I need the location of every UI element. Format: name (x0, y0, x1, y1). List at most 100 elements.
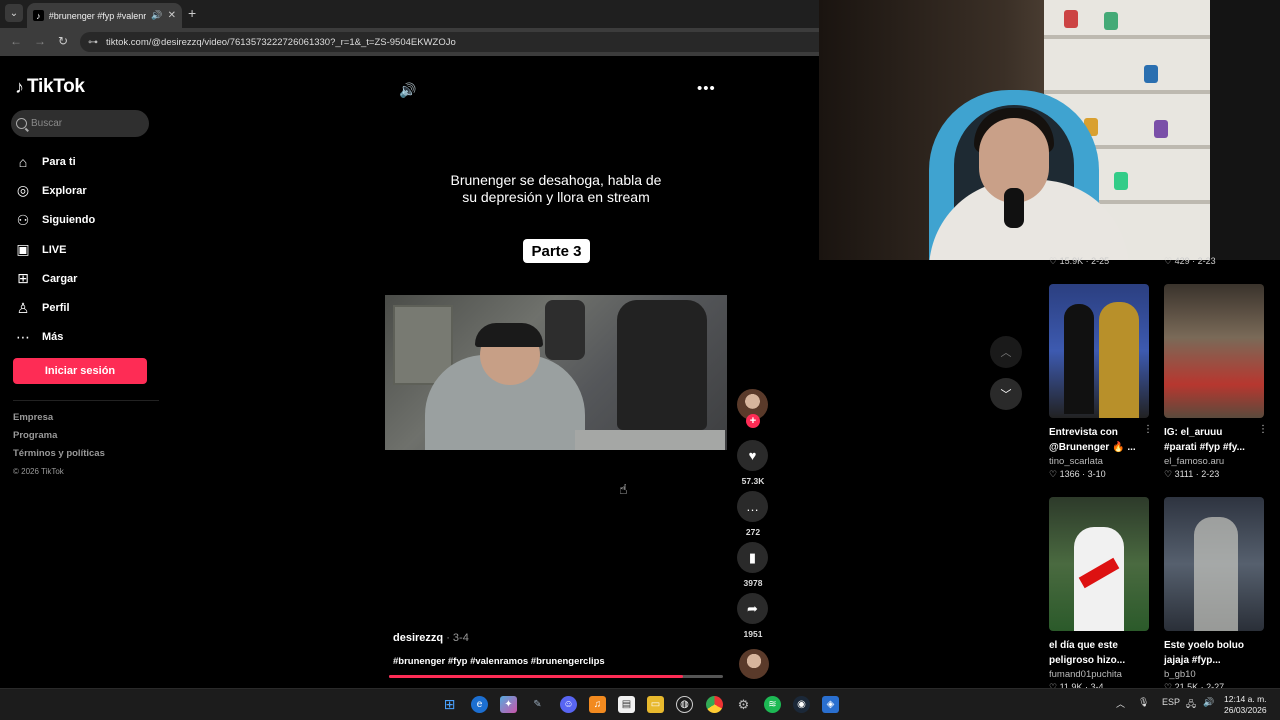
save-button[interactable]: ▮ (737, 542, 768, 573)
upload-icon: ⊞ (17, 270, 29, 287)
more-dots-icon: ⋯ (16, 328, 30, 345)
volume-tray-icon[interactable]: 🔊 (1203, 697, 1214, 708)
windows-start-icon[interactable]: ⊞ (441, 696, 458, 713)
sidebar-item-perfil[interactable]: ♙ Perfil (14, 293, 95, 322)
tiktok-logo[interactable]: ♪ TikTok (15, 76, 85, 98)
rec-title[interactable]: IG: el_aruuu #parati #fyp #fy... (1164, 425, 1262, 455)
sidebar-item-live[interactable]: ▣ LIVE (14, 235, 95, 264)
sidebar-item-siguiendo[interactable]: ⚇ Siguiendo (14, 206, 95, 235)
like-button[interactable]: ♥ (737, 440, 768, 471)
author-avatar[interactable]: + (737, 389, 768, 428)
rec-author[interactable]: el_famoso.aru (1164, 456, 1268, 467)
windows-taskbar: ⊞ e ✦ ✎ ☺ ♫ ▤ ▭ ◍ ⚙ ≋ ◉ ◈ ︿ 🎙 ESP 🖧 🔊 12… (0, 688, 1280, 720)
back-icon[interactable]: ← (10, 34, 22, 48)
following-icon: ⚇ (16, 211, 30, 228)
reload-icon[interactable]: ↻ (58, 34, 68, 48)
rec-thumbnail[interactable] (1164, 497, 1264, 631)
close-tab-icon[interactable]: ✕ (168, 10, 176, 21)
rec-title[interactable]: el día que este peligroso hizo... (1049, 638, 1147, 668)
rec-title[interactable]: Entrevista con @Brunenger 🔥 ... (1049, 425, 1147, 455)
sidebar-item-para-ti[interactable]: ⌂ Para ti (14, 147, 95, 176)
edge-icon[interactable]: e (471, 696, 488, 713)
author-name[interactable]: desirezzq (393, 632, 443, 644)
follow-plus-icon[interactable]: + (746, 414, 760, 428)
footer-link-programa[interactable]: Programa (13, 430, 105, 448)
vpn-shield-icon[interactable]: ◈ (822, 696, 839, 713)
new-tab-icon[interactable]: + (188, 5, 196, 21)
copilot-icon[interactable]: ✦ (500, 696, 517, 713)
comment-count: 272 (745, 527, 761, 537)
more-vertical-icon[interactable]: ⋮ (1143, 424, 1153, 435)
next-video-button[interactable]: ﹀ (990, 378, 1022, 410)
tab-title: #brunenger #fyp #valenramos (48, 10, 147, 21)
language-indicator[interactable]: ESP (1162, 697, 1180, 707)
video-hashtags[interactable]: #brunenger #fyp #valenramos #brunengercl… (393, 656, 605, 667)
divider (13, 400, 159, 401)
video-frame[interactable] (385, 295, 727, 450)
network-icon[interactable]: 🖧 (1186, 697, 1196, 713)
sidebar-item-label: Para ti (42, 155, 76, 168)
webcam-overlay (819, 0, 1280, 260)
document-icon[interactable]: ▤ (618, 696, 635, 713)
speaker-icon[interactable]: 🔊 (151, 10, 162, 21)
rec-thumbnail[interactable] (1049, 284, 1149, 418)
sound-avatar[interactable] (739, 649, 769, 679)
sidebar-item-explorar[interactable]: ◎ Explorar (14, 176, 95, 205)
share-button[interactable]: ➦ (737, 593, 768, 624)
heart-outline-icon: ♡ (1049, 256, 1058, 266)
forward-icon[interactable]: → (34, 34, 46, 48)
settings-gear-icon[interactable]: ⚙ (735, 696, 752, 713)
search-input[interactable] (31, 118, 141, 129)
rec-stats-top-2: ♡ 429 · 2-23 (1164, 256, 1216, 266)
action-rail: + ♥ 57.3K … 272 ▮ 3978 ➦ 1951 (737, 389, 771, 644)
comment-button[interactable]: … (737, 491, 768, 522)
pen-icon[interactable]: ✎ (529, 696, 546, 713)
chrome-icon[interactable] (706, 696, 723, 713)
footer-link-terminos[interactable]: Términos y políticas (13, 448, 105, 466)
rec-card[interactable]: el día que este peligroso hizo... fumand0… (1049, 497, 1153, 693)
previous-video-button[interactable]: ︿ (990, 336, 1022, 368)
fl-studio-icon[interactable]: ♫ (589, 696, 606, 713)
search-box[interactable] (11, 110, 149, 137)
rec-thumbnail[interactable] (1049, 497, 1149, 631)
rec-card[interactable]: Entrevista con @Brunenger 🔥 ... ⋮ tino_sc… (1049, 284, 1153, 480)
address-bar: ← → ↻ ⊶ tiktok.com/@desirezzq/video/7613… (0, 28, 820, 56)
sidebar-item-mas[interactable]: ⋯ Más (14, 323, 95, 352)
rec-card[interactable]: IG: el_aruuu #parati #fyp #fy... ⋮ el_fam… (1164, 284, 1268, 480)
browser-tabbar: ⌄ ♪ #brunenger #fyp #valenramos 🔊 ✕ + (0, 0, 820, 28)
login-button[interactable]: Iniciar sesión (13, 358, 147, 384)
folder-icon[interactable]: ▭ (647, 696, 664, 713)
volume-icon[interactable]: 🔊 (399, 82, 416, 99)
rec-author[interactable]: fumand01puchita (1049, 669, 1153, 680)
microphone-icon[interactable]: 🎙 (1138, 697, 1149, 708)
rec-card[interactable]: Este yoelo boluo jajaja #fyp... b_gb10 ♡ … (1164, 497, 1268, 693)
system-clock[interactable]: 12:14 a. m. 26/03/2026 (1224, 694, 1267, 716)
comment-icon: … (746, 499, 759, 514)
steam-icon[interactable]: ◉ (793, 696, 810, 713)
tray-chevron-up-icon[interactable]: ︿ (1116, 697, 1125, 710)
discord-icon[interactable]: ☺ (560, 696, 577, 713)
url-text: tiktok.com/@desirezzq/video/761357322272… (106, 36, 456, 48)
url-field[interactable]: ⊶ tiktok.com/@desirezzq/video/7613573222… (80, 32, 820, 52)
browser-tab[interactable]: ♪ #brunenger #fyp #valenramos 🔊 ✕ (27, 3, 182, 28)
footer-link-empresa[interactable]: Empresa (13, 412, 105, 430)
video-author[interactable]: desirezzq · 3-4 (393, 632, 469, 644)
video-progress-bar[interactable] (389, 675, 723, 678)
more-vertical-icon[interactable]: ⋮ (1258, 424, 1268, 435)
site-info-icon[interactable]: ⊶ (88, 37, 98, 48)
video-caption: Brunenger se desahoga, habla de su depre… (450, 172, 662, 205)
tab-search-icon[interactable]: ⌄ (5, 4, 23, 22)
rec-title[interactable]: Este yoelo boluo jajaja #fyp... (1164, 638, 1262, 668)
sidebar-item-label: LIVE (42, 243, 67, 256)
share-icon: ➦ (747, 600, 758, 616)
rec-author[interactable]: b_gb10 (1164, 669, 1268, 680)
home-icon: ⌂ (18, 153, 28, 170)
spotify-icon[interactable]: ≋ (764, 696, 781, 713)
rec-author[interactable]: tino_scarlata (1049, 456, 1153, 467)
sidebar-item-cargar[interactable]: ⊞ Cargar (14, 264, 95, 293)
more-options-icon[interactable]: ••• (697, 80, 716, 97)
footer-links: Empresa Programa Términos y políticas © … (13, 412, 105, 476)
rec-stats: ♡ 1366 · 3-10 (1049, 469, 1106, 479)
rec-thumbnail[interactable] (1164, 284, 1264, 418)
obs-icon[interactable]: ◍ (676, 696, 693, 713)
